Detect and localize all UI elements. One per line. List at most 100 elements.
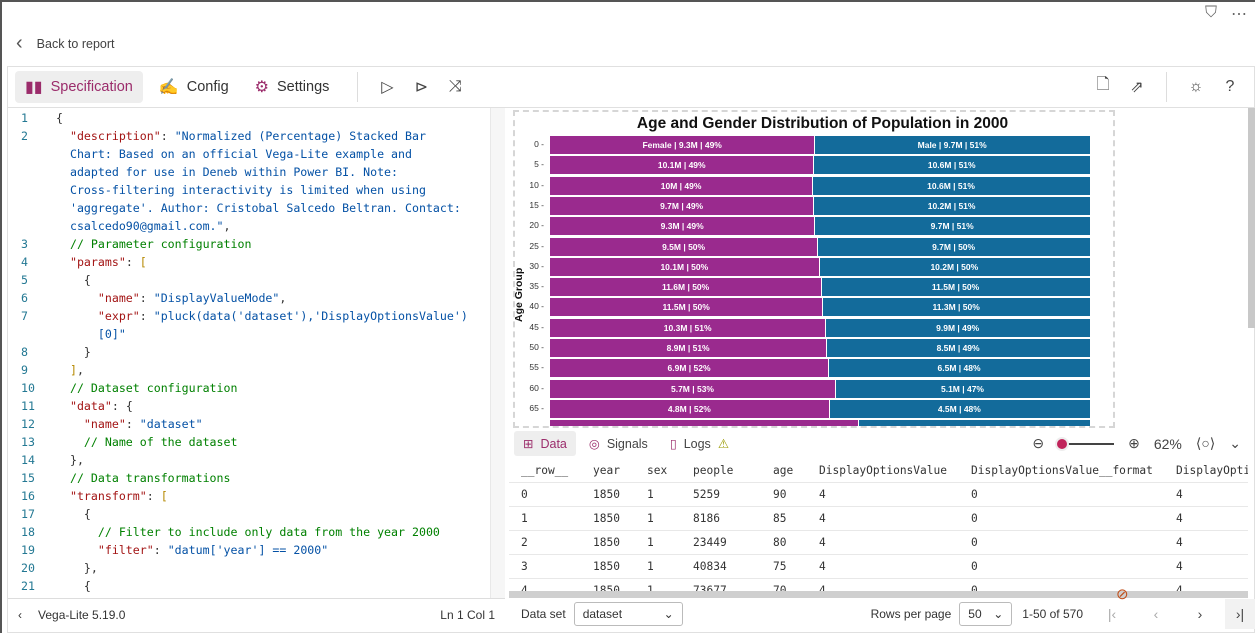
table-row[interactable]: 0 1850 1 5259 90 4 0 4 — [509, 483, 1248, 507]
code-line[interactable]: adapted for use in Deneb within Power BI… — [8, 163, 504, 181]
column-header[interactable]: DisplayOptionsValue — [807, 464, 959, 477]
code-token: }, — [56, 561, 98, 575]
column-header[interactable]: year — [581, 464, 635, 477]
code-line[interactable]: 3 // Parameter configuration — [8, 235, 504, 253]
code-line[interactable]: 12 "name": "dataset" — [8, 415, 504, 433]
code-line[interactable]: 13 // Name of the dataset — [8, 433, 504, 451]
editor-scrollbar[interactable] — [490, 108, 505, 598]
code-line[interactable]: 6 "name": "DisplayValueMode", — [8, 289, 504, 307]
code-line[interactable]: 16 "transform": [ — [8, 487, 504, 505]
table-row[interactable]: 1 1850 1 8186 85 4 0 4 — [509, 507, 1248, 531]
code-line[interactable]: 20 }, — [8, 559, 504, 577]
theme-icon[interactable]: ☼ — [1179, 78, 1213, 96]
table-cell: 4 — [1176, 488, 1183, 501]
zoom-in-icon[interactable]: ⊕ — [1128, 435, 1140, 452]
code-line[interactable]: 10 // Dataset configuration — [8, 379, 504, 397]
y-tick-label: 55 - — [529, 362, 544, 373]
code-line[interactable]: 5 { — [8, 271, 504, 289]
code-token: : — [139, 309, 154, 323]
tab-config[interactable]: ✍ Config — [149, 71, 239, 103]
bar-label-male: 11.5M | 50% — [931, 282, 980, 293]
code-line[interactable]: 19 "filter": "datum['year'] == 2000" — [8, 541, 504, 559]
new-file-icon[interactable]: 🗋 — [1086, 73, 1120, 100]
export-icon[interactable]: ⇗ — [1120, 77, 1154, 97]
table-cell: 1 — [647, 488, 654, 501]
code-line[interactable]: 4 "params": [ — [8, 253, 504, 271]
bar-label-male: 10.6M | 51% — [927, 180, 975, 191]
tab-data[interactable]: ⊞ Data — [514, 431, 576, 456]
line-number: 11 — [21, 399, 35, 413]
tab-signals[interactable]: ◎ Signals — [580, 431, 657, 456]
code-line[interactable]: 14 }, — [8, 451, 504, 469]
back-to-report-link[interactable]: ‹ Back to report — [16, 32, 115, 55]
code-line[interactable]: 15 // Data transformations — [8, 469, 504, 487]
bar-label-male: 6.5M | 48% — [937, 363, 981, 374]
y-tick-label: 25 - — [529, 240, 544, 251]
next-page-icon[interactable]: › — [1185, 606, 1215, 622]
auto-apply-icon[interactable]: ⊳ — [404, 77, 438, 97]
code-token: , — [76, 363, 84, 377]
code-line[interactable]: 18 // Filter to include only data from t… — [8, 523, 504, 541]
top-actions: ⛉ ⋯ — [1205, 4, 1247, 24]
code-text: // Dataset configuration — [48, 379, 238, 397]
play-icon[interactable]: ▷ — [370, 77, 404, 97]
code-line[interactable]: 21 { — [8, 577, 504, 595]
zoom-out-icon[interactable]: ⊖ — [1032, 435, 1044, 452]
first-page-icon[interactable]: |‹ — [1097, 606, 1127, 622]
code-token: // Dataset configuration — [56, 381, 238, 395]
code-line[interactable]: 'aggregate'. Author: Cristobal Salcedo B… — [8, 199, 504, 217]
filter-icon[interactable]: ⛉ — [1205, 4, 1217, 24]
prev-page-icon[interactable]: ‹ — [1141, 606, 1171, 622]
code-line[interactable]: 9 ], — [8, 361, 504, 379]
tab-logs[interactable]: ▯ Logs ⚠ — [661, 431, 738, 456]
column-header[interactable]: DisplayOptionsValue__format — [959, 464, 1164, 477]
line-number: 14 — [21, 453, 35, 467]
collapse-icon[interactable]: ‹ — [18, 608, 22, 622]
bar-label-female: 11.5M | 50% — [662, 302, 710, 313]
shuffle-icon[interactable]: ⤨ — [438, 78, 472, 96]
code-line[interactable]: 7 "expr": "pluck(data('dataset'),'Displa… — [8, 307, 504, 325]
code-line[interactable]: 8 } — [8, 343, 504, 361]
more-icon[interactable]: ⋯ — [1231, 4, 1247, 24]
column-header[interactable]: sex — [635, 464, 681, 477]
code-text: } — [48, 343, 91, 361]
rows-per-page-select[interactable]: 50 ⌄ — [959, 602, 1013, 626]
bar-label-male: 10.6M | 51% — [927, 160, 976, 171]
bar-label-male: Male | 9.7M | 51% — [917, 140, 987, 150]
code-line[interactable]: Cross-filtering interactivity is limited… — [8, 181, 504, 199]
code-token: "datum['year'] == 2000" — [167, 543, 329, 557]
dataset-select[interactable]: dataset ⌄ — [573, 602, 683, 626]
column-header[interactable]: __row__ — [509, 464, 581, 477]
table-row[interactable]: 3 1850 1 40834 75 4 0 4 — [509, 555, 1248, 579]
zoom-slider-thumb[interactable] — [1054, 436, 1069, 451]
code-line[interactable]: 11 "data": { — [8, 397, 504, 415]
zoom-slider[interactable] — [1054, 436, 1115, 451]
code-line[interactable]: 1{ — [8, 109, 504, 127]
last-page-icon[interactable]: ›| — [1225, 599, 1255, 629]
tab-specification[interactable]: ▮▮ Specification — [15, 70, 143, 103]
preview-scrollbar[interactable] — [1248, 108, 1255, 328]
code-line[interactable]: csalcedo90@gmail.com.", — [8, 217, 504, 235]
column-header[interactable]: DisplayOptio — [1164, 464, 1248, 477]
code-text: 'aggregate'. Author: Cristobal Salcedo B… — [48, 199, 461, 217]
help-icon[interactable]: ? — [1213, 78, 1247, 96]
code-text: Cross-filtering interactivity is limited… — [48, 181, 426, 199]
code-editor[interactable]: 1{2 "description": "Normalized (Percenta… — [8, 108, 505, 598]
tab-settings[interactable]: ⚙ Settings — [245, 71, 340, 103]
bar-label-female: 6.9M | 52% — [667, 363, 711, 374]
code-line[interactable]: [0]" — [8, 325, 504, 343]
table-cell: 1 — [521, 512, 528, 525]
chevron-down-icon[interactable]: ⌄ — [1229, 435, 1241, 452]
code-text: "transform": [ — [48, 487, 168, 505]
table-scrollbar[interactable]: ⊘ — [509, 586, 1248, 603]
fit-icon[interactable]: ⟨○⟩ — [1196, 435, 1215, 452]
table-row[interactable]: 2 1850 1 23449 80 4 0 4 — [509, 531, 1248, 555]
code-line[interactable]: Chart: Based on an official Vega-Lite ex… — [8, 145, 504, 163]
code-line[interactable]: 17 { — [8, 505, 504, 523]
bar-label-female: 4.8M | 52% — [667, 403, 711, 414]
line-number: 2 — [21, 129, 28, 143]
column-header[interactable]: people — [681, 464, 761, 477]
code-line[interactable]: 2 "description": "Normalized (Percentage… — [8, 127, 504, 145]
column-header[interactable]: age — [761, 464, 807, 477]
